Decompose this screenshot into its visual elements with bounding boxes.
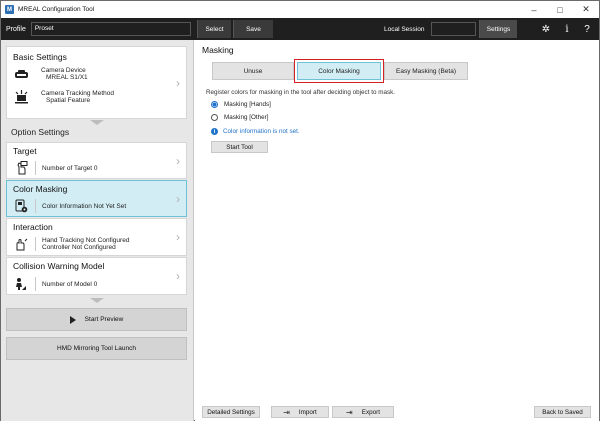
hmd-mirroring-label: HMD Mirroring Tool Launch xyxy=(57,345,136,352)
target-row: Number of Target 0 xyxy=(13,161,98,175)
radio-masking-other[interactable]: Masking [Other] xyxy=(211,114,268,121)
target-card[interactable]: Target Number of Target 0 › xyxy=(6,142,187,179)
select-button[interactable]: Select xyxy=(197,20,231,38)
help-icon[interactable]: ? xyxy=(579,21,595,37)
export-icon: ⇥ xyxy=(346,407,353,417)
profile-label: Profile xyxy=(6,25,26,33)
hmd-mirroring-button[interactable]: HMD Mirroring Tool Launch xyxy=(6,337,187,360)
radio-masking-hands-label: Masking [Hands] xyxy=(224,101,271,108)
settings-button[interactable]: Settings xyxy=(479,20,517,38)
color-masking-row: Color Information Not Yet Set xyxy=(13,199,126,213)
color-masking-icon xyxy=(13,199,29,213)
chevron-right-icon: › xyxy=(176,76,180,90)
basic-settings-card[interactable]: Basic Settings Camera Device MREAL S1/X1… xyxy=(6,46,187,119)
local-session-field[interactable] xyxy=(431,22,476,36)
tracking-method-label: Camera Tracking Method xyxy=(41,90,114,97)
import-icon: ⇥ xyxy=(283,407,290,417)
info-icon[interactable]: i xyxy=(559,21,575,37)
row-separator xyxy=(35,161,36,175)
row-separator xyxy=(35,199,36,213)
tab-easy-masking[interactable]: Easy Masking (Beta) xyxy=(384,62,468,80)
info-circle-icon: i xyxy=(211,128,218,135)
color-info-text: Color information is not set. xyxy=(223,128,300,135)
collision-model-count-text: Number of Model 0 xyxy=(42,280,98,288)
tracking-method-row: Camera Tracking Method Spatial Feature xyxy=(13,90,114,104)
target-hand-icon xyxy=(13,161,29,175)
interaction-row: Hand Tracking Not Configured Controller … xyxy=(13,237,129,251)
interaction-title: Interaction xyxy=(13,222,53,232)
maximize-button[interactable]: □ xyxy=(547,1,573,18)
back-to-saved-button[interactable]: Back to Saved xyxy=(534,406,591,418)
local-session-label: Local Session xyxy=(384,25,425,33)
bottom-action-bar: Detailed Settings ⇥ Import ⇥ Export Back… xyxy=(195,401,599,421)
start-preview-button[interactable]: Start Preview xyxy=(6,308,187,331)
app-logo-icon: M xyxy=(5,5,14,14)
radio-masking-other-label: Masking [Other] xyxy=(224,114,269,121)
import-label: Import xyxy=(298,408,317,416)
chevron-right-icon: › xyxy=(176,154,180,168)
collision-warning-card[interactable]: Collision Warning Model Number of Model … xyxy=(6,257,187,295)
collision-model-icon xyxy=(13,277,29,291)
color-masking-card[interactable]: Color Masking Color Information Not Yet … xyxy=(6,180,187,217)
hand-tracking-icon xyxy=(13,237,29,251)
color-masking-status-text: Color Information Not Yet Set xyxy=(42,202,127,210)
radio-unselected-icon[interactable] xyxy=(211,114,218,121)
export-label: Export xyxy=(361,408,380,416)
chevron-right-icon: › xyxy=(176,269,180,283)
play-icon xyxy=(69,315,76,324)
color-masking-title: Color Masking xyxy=(13,184,68,194)
profile-field[interactable]: Proset xyxy=(30,22,191,36)
interaction-card[interactable]: Interaction Hand Tracking Not Configured… xyxy=(6,218,187,256)
camera-device-row: Camera Device MREAL S1/X1 xyxy=(13,67,88,81)
row-separator xyxy=(35,237,36,251)
export-button[interactable]: ⇥ Export xyxy=(332,406,394,418)
option-settings-label: Option Settings xyxy=(11,127,70,137)
tab-unuse[interactable]: Unuse xyxy=(212,62,294,80)
gear-icon[interactable]: ✲ xyxy=(538,21,554,37)
row-separator xyxy=(35,277,36,291)
camera-device-value: MREAL S1/X1 xyxy=(46,74,88,81)
radio-selected-icon[interactable] xyxy=(211,101,218,108)
hand-tracking-status: Hand Tracking Not Configured xyxy=(42,237,130,244)
tracking-method-value: Spatial Feature xyxy=(46,97,91,104)
left-panel: Basic Settings Camera Device MREAL S1/X1… xyxy=(1,40,194,421)
target-count-text: Number of Target 0 xyxy=(42,164,98,172)
save-button[interactable]: Save xyxy=(233,20,273,38)
start-tool-button[interactable]: Start Tool xyxy=(211,141,268,153)
minimize-button[interactable]: – xyxy=(521,1,547,18)
app-window: M MREAL Configuration Tool – □ ✕ Profile… xyxy=(0,0,600,421)
camera-device-icon xyxy=(13,67,29,81)
color-info-notice: i Color information is not set. xyxy=(211,128,300,135)
close-button[interactable]: ✕ xyxy=(573,1,599,18)
chevron-right-icon: › xyxy=(176,230,180,244)
top-toolbar: Profile Proset Select Save Local Session… xyxy=(1,18,599,40)
masking-section-title: Masking xyxy=(202,45,234,55)
basic-settings-title: Basic Settings xyxy=(13,52,67,62)
window-title: MREAL Configuration Tool xyxy=(18,6,95,13)
masking-panel: Masking Unuse Color Masking Easy Masking… xyxy=(195,40,599,421)
import-button[interactable]: ⇥ Import xyxy=(271,406,329,418)
tab-color-masking[interactable]: Color Masking xyxy=(294,59,384,83)
title-bar: M MREAL Configuration Tool – □ ✕ xyxy=(1,1,599,18)
start-preview-label: Start Preview xyxy=(84,316,124,323)
window-controls: – □ ✕ xyxy=(521,1,599,18)
controller-status: Controller Not Configured xyxy=(42,244,116,251)
masking-mode-tabs: Unuse Color Masking Easy Masking (Beta) xyxy=(212,59,468,83)
collision-row: Number of Model 0 xyxy=(13,277,97,291)
masking-description: Register colors for masking in the tool … xyxy=(206,89,395,96)
camera-device-label: Camera Device xyxy=(41,67,86,74)
detailed-settings-button[interactable]: Detailed Settings xyxy=(202,406,260,418)
down-arrow-icon xyxy=(90,120,104,125)
down-arrow-icon xyxy=(90,298,104,303)
target-title: Target xyxy=(13,146,37,156)
chevron-right-icon: › xyxy=(176,192,180,206)
tracking-icon xyxy=(13,90,29,104)
radio-masking-hands[interactable]: Masking [Hands] xyxy=(211,101,271,108)
collision-warning-title: Collision Warning Model xyxy=(13,261,105,271)
